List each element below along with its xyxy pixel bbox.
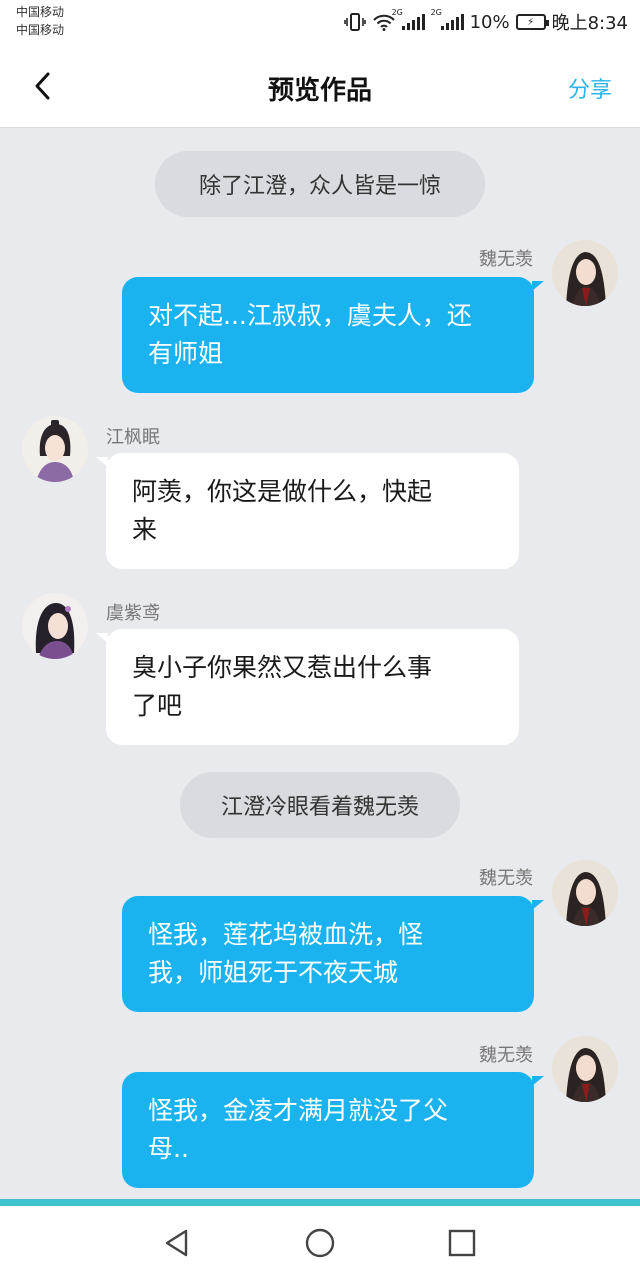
status-bar: 中国移动 中国移动 2G 2G 10% ⚡ 晚上8:34 xyxy=(0,0,640,46)
sender-name: 魏无羡 xyxy=(479,249,533,270)
share-button[interactable]: 分享 xyxy=(568,72,612,104)
carrier-label-1: 中国移动 xyxy=(16,5,65,19)
avatar-wei-wuxian[interactable] xyxy=(552,860,618,926)
circle-home-icon xyxy=(305,1228,335,1258)
message-line: 臭小子你果然又惹出什么事 xyxy=(132,653,433,682)
message-bubble-right: 怪我，金凌才满月就没了父 母.. xyxy=(122,1072,544,1188)
message-bubble-left: 臭小子你果然又惹出什么事 了吧 xyxy=(96,629,519,745)
square-recents-icon xyxy=(448,1229,476,1257)
status-time: 晚上8:34 xyxy=(551,13,628,34)
sender-name: 江枫眠 xyxy=(106,427,160,448)
network-type-2: 2G xyxy=(430,8,442,17)
avatar-jiang-fengmian[interactable] xyxy=(22,416,88,482)
message-line: 怪我，莲花坞被血洗，怪 xyxy=(148,920,424,949)
signal-icon-1: 2G xyxy=(392,8,425,30)
battery-icon: ⚡ xyxy=(515,14,549,30)
avatar-yu-ziyuan[interactable] xyxy=(22,593,88,659)
message-line: 对不起...江叔叔，虞夫人，还 xyxy=(148,301,472,330)
battery-percent: 10% xyxy=(469,11,510,33)
avatar-wei-wuxian[interactable] xyxy=(552,1036,618,1102)
triangle-back-icon xyxy=(165,1229,188,1257)
message-bubble-left: 阿羡，你这是做什么，快起 来 xyxy=(96,453,519,569)
nav-home-button[interactable] xyxy=(303,1226,337,1260)
sender-name: 魏无羡 xyxy=(479,868,533,889)
nav-recents-button[interactable] xyxy=(445,1226,479,1260)
message-line: 母.. xyxy=(148,1134,189,1163)
narration-bubble: 除了江澄，众人皆是一惊 xyxy=(155,151,485,217)
signal-icon-2: 2G xyxy=(431,8,464,30)
sender-name: 魏无羡 xyxy=(479,1045,533,1066)
network-type-1: 2G xyxy=(391,8,403,17)
page-title: 预览作品 xyxy=(267,76,372,106)
nav-back-button[interactable] xyxy=(160,1226,194,1260)
message-line: 阿羡，你这是做什么，快起 xyxy=(132,477,433,506)
system-nav-bar xyxy=(0,1206,640,1280)
message-line: 有师姐 xyxy=(148,339,224,368)
carrier-label-2: 中国移动 xyxy=(16,23,65,37)
message-bubble-right: 怪我，莲花坞被血洗，怪 我，师姐死于不夜天城 xyxy=(122,896,544,1012)
top-bar: 预览作品 分享 xyxy=(0,46,640,128)
avatar-wei-wuxian[interactable] xyxy=(552,240,618,306)
message-line: 怪我，金凌才满月就没了父 xyxy=(148,1096,449,1125)
message-line: 来 xyxy=(132,515,158,544)
vibrate-icon xyxy=(343,13,366,31)
message-bubble-right: 对不起...江叔叔，虞夫人，还 有师姐 xyxy=(122,277,544,393)
message-line: 了吧 xyxy=(132,691,183,720)
message-line: 我，师姐死于不夜天城 xyxy=(148,958,399,987)
sender-name: 虞紫鸢 xyxy=(106,603,160,624)
status-icons: 2G 2G 10% ⚡ 晚上8:34 xyxy=(343,8,628,34)
accent-divider xyxy=(0,1199,640,1206)
narration-bubble: 江澄冷眼看着魏无羡 xyxy=(180,772,460,838)
chat-preview[interactable]: 除了江澄，众人皆是一惊 魏无羡 对不起...江叔叔，虞夫人，还 有师姐 江枫眠 … xyxy=(0,129,640,1199)
